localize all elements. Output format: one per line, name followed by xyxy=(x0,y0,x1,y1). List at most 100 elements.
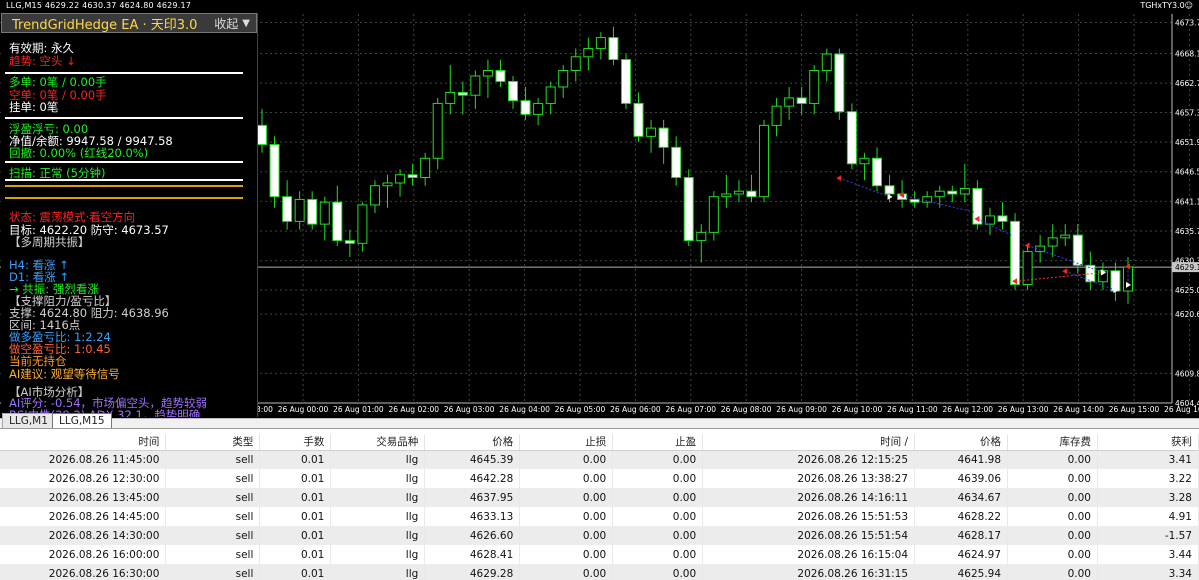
table-cell: 2026.08.26 12:15:25 xyxy=(702,450,916,469)
trade-connector xyxy=(839,177,890,198)
candle-body xyxy=(633,102,644,137)
table-cell: sell xyxy=(165,507,261,526)
column-header[interactable]: 时间 / xyxy=(702,434,916,451)
panel-divider xyxy=(5,161,243,163)
sell-entry-arrow-icon xyxy=(1062,268,1068,275)
x-tick-label: 26 Aug 04:00 xyxy=(499,405,550,414)
column-header[interactable]: 库存费 xyxy=(1007,434,1098,451)
x-tick-label: 26 Aug 08:00 xyxy=(721,405,772,414)
candle-body xyxy=(595,37,606,50)
table-row[interactable]: 2026.08.26 13:45:00 sell 0.01 llg 4637.95 0.0… xyxy=(0,488,1199,507)
table-cell: 2026.08.26 14:16:11 xyxy=(702,488,916,507)
table-cell: 2026.08.26 14:45:00 xyxy=(0,507,167,526)
candle xyxy=(620,54,631,109)
table-cell: 0.00 xyxy=(612,507,704,526)
table-cell: 3.28 xyxy=(1097,488,1199,507)
candle xyxy=(683,169,694,247)
column-header[interactable]: 交易品种 xyxy=(330,434,426,451)
table-cell: 4624.97 xyxy=(914,545,1009,564)
candle-body xyxy=(583,48,594,58)
table-cell: 4629.28 xyxy=(424,564,521,580)
candle-body xyxy=(620,59,631,104)
table-cell: 0.01 xyxy=(259,450,332,469)
table-row[interactable]: 2026.08.26 16:30:00 sell 0.01 llg 4629.28 0.0… xyxy=(0,564,1199,580)
table-row[interactable]: 2026.08.26 14:30:00 sell 0.01 llg 4626.60 0.0… xyxy=(0,526,1199,545)
candle xyxy=(821,48,832,82)
table-cell: 4645.39 xyxy=(424,450,521,469)
candle-body xyxy=(696,231,707,242)
collapse-button[interactable]: 收起 ▼ xyxy=(214,15,250,32)
candle-body xyxy=(997,215,1008,222)
table-row[interactable]: 2026.08.26 14:45:00 sell 0.01 llg 4633.13 0.0… xyxy=(0,507,1199,526)
table-cell: 2026.08.26 16:15:04 xyxy=(702,545,916,564)
table-cell: 4626.60 xyxy=(424,526,521,545)
table-row[interactable]: 2026.08.26 11:45:00 sell 0.01 llg 4645.39 0.0… xyxy=(0,450,1199,469)
candle-body xyxy=(1110,270,1121,292)
table-cell: 2026.08.26 15:51:53 xyxy=(702,507,916,526)
tab-llg-m1[interactable]: LLG,M1 xyxy=(2,413,55,429)
candle-body xyxy=(357,204,368,244)
candle xyxy=(545,81,556,115)
candle-body xyxy=(1060,234,1071,239)
column-header[interactable]: 止损 xyxy=(519,434,614,451)
tab-strip xyxy=(0,418,1199,428)
table-cell: 2026.08.26 14:30:00 xyxy=(0,526,167,545)
candle xyxy=(759,119,770,203)
column-header[interactable]: 止盈 xyxy=(612,434,704,451)
candle-body xyxy=(608,37,619,61)
candle xyxy=(671,136,682,186)
table-cell: 0.01 xyxy=(259,526,332,545)
table-cell: 0.00 xyxy=(519,450,614,469)
candle xyxy=(997,202,1008,230)
table-cell: 2026.08.26 16:30:00 xyxy=(0,564,167,580)
table-cell: 4.91 xyxy=(1097,507,1199,526)
column-header[interactable]: 价格 xyxy=(914,434,1009,451)
column-header[interactable]: 获利 xyxy=(1097,434,1199,451)
column-header[interactable]: 时间 xyxy=(0,434,167,451)
table-cell: 0.00 xyxy=(612,545,704,564)
table-cell: 2026.08.26 12:30:00 xyxy=(0,469,167,488)
table-cell: llg xyxy=(330,507,426,526)
table-cell: 4628.41 xyxy=(424,545,521,564)
column-header[interactable]: 手数 xyxy=(259,434,332,451)
y-tick-label: 4646.55 xyxy=(1175,168,1199,177)
column-header[interactable]: 价格 xyxy=(424,434,521,451)
candle-body xyxy=(721,193,732,198)
candle-body xyxy=(508,80,519,102)
trade-history-table: 时间 类型 手数 交易品种 价格 止损 止盈 时间 / 价格 库存费 获利 2026.08.26 1… xyxy=(0,434,1199,580)
table-cell: 4625.94 xyxy=(914,564,1009,580)
table-cell: sell xyxy=(165,564,261,580)
candle xyxy=(558,65,569,98)
x-tick-label: 26 Aug 02:00 xyxy=(389,405,440,414)
table-cell: llg xyxy=(330,488,426,507)
candle-body xyxy=(934,190,945,198)
table-cell: 0.00 xyxy=(1007,564,1098,580)
table-cell: 2026.08.26 13:38:27 xyxy=(702,469,916,488)
table-cell: llg xyxy=(330,469,426,488)
candle-body xyxy=(332,201,343,242)
table-cell: 0.00 xyxy=(1007,507,1098,526)
tab-llg-m15[interactable]: LLG,M15 xyxy=(52,413,112,429)
table-cell: 4642.28 xyxy=(424,469,521,488)
y-tick-label: 4641.15 xyxy=(1175,197,1199,206)
candle xyxy=(721,174,732,208)
candle-body xyxy=(671,146,682,179)
table-cell: 2026.08.26 16:31:15 xyxy=(702,564,916,580)
y-tick-label: 4651.95 xyxy=(1175,138,1199,147)
candle xyxy=(1085,251,1096,290)
candle xyxy=(583,37,594,71)
panel-divider xyxy=(5,72,243,74)
panel-line: 回撤: 0.00% (红线20.0%) xyxy=(9,146,149,160)
y-tick-label: 4673.75 xyxy=(1175,19,1199,28)
candle xyxy=(294,191,305,230)
table-row[interactable]: 2026.08.26 12:30:00 sell 0.01 llg 4642.28 0.0… xyxy=(0,469,1199,488)
table-row[interactable]: 2026.08.26 16:00:00 sell 0.01 llg 4628.41 0.0… xyxy=(0,545,1199,564)
candle xyxy=(282,180,293,230)
table-cell: 0.00 xyxy=(1007,526,1098,545)
candle-body xyxy=(771,105,782,126)
candle-body xyxy=(746,190,757,198)
candle-body xyxy=(307,198,318,225)
price-chart[interactable]: 4673.75 4668.10 4662.70 4657.35 4651.95 4646.… xyxy=(0,0,1199,418)
y-tick-label: 4625.00 xyxy=(1175,286,1199,295)
column-header[interactable]: 类型 xyxy=(165,434,261,451)
